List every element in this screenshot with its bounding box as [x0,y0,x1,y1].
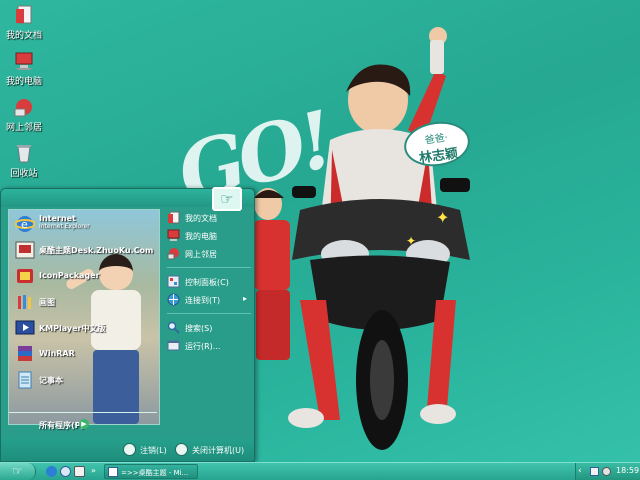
winrar-icon [18,346,32,361]
start-menu: ☞ e Internet Internet Explorer 桌酷主题Desk.… [0,187,255,462]
tray-expand-icon[interactable]: ‹ [578,466,582,476]
program-notepad[interactable]: 记事本 [13,368,159,392]
places-divider [167,267,251,268]
shutdown-icon [175,443,188,456]
logoff-button[interactable]: 注销(L) [123,443,173,457]
desktop-icon-label: 回收站 [10,169,38,179]
tool-label: 搜索(S) [185,324,213,333]
place-my-computer[interactable]: 我的电脑 [167,227,253,245]
iconpackager-icon [17,269,33,283]
tray-network-icon[interactable] [590,467,599,476]
start-menu-footer: 注销(L) 关闭计算机(U) [1,439,254,461]
taskbar-clock[interactable]: 18:59 [616,466,639,475]
place-label: 网上邻居 [185,250,217,259]
start-button[interactable]: ☞ [0,463,36,480]
logoff-label: 注销(L) [140,446,167,455]
place-my-documents[interactable]: 我的文档 [167,209,253,227]
notepad-icon [18,371,32,389]
program-title: WinRAR [39,349,75,358]
program-winrar[interactable]: WinRAR [13,342,159,366]
quick-launch-browser-icon[interactable] [60,466,71,477]
my-documents-icon [16,5,32,24]
desktop-icon-my-computer[interactable]: 我的电脑 [2,50,46,87]
all-programs-arrow-icon: ▶ [79,419,89,429]
control-panel-icon [167,275,180,288]
tool-run[interactable]: 运行(R)... [167,337,253,355]
paint-icon [18,295,31,309]
sparkle-icon: ✦ [436,208,450,227]
zhuoku-theme-icon [15,241,35,259]
program-subtitle: Internet Explorer [39,223,90,230]
program-iconpackager[interactable]: IconPackager [13,264,159,288]
connect-to-icon [167,293,180,306]
program-title: 桌酷主题Desk.ZhuoKu.Com [39,246,154,255]
desktop-icon-label: 网上邻居 [5,123,42,133]
system-tray: ‹ 18:59 [575,463,640,480]
kmplayer-icon [15,320,35,335]
my-documents-icon [168,211,180,224]
window-icon [108,467,118,477]
desktop-icon-my-documents[interactable]: 我的文档 [2,4,46,41]
program-title: Internet [39,214,76,223]
recycle-bin-icon [17,145,31,163]
network-places-icon [14,99,32,117]
settings-divider [167,313,251,314]
desktop-icon-label: 我的文档 [5,31,42,41]
sparkle-icon: ✦ [406,234,417,248]
setting-label: 控制面板(C) [185,278,229,287]
svg-text:e: e [21,218,28,231]
shutdown-label: 关闭计算机(U) [192,446,245,455]
quick-launch-desktop-icon[interactable] [74,466,85,477]
program-title: 画图 [39,298,55,307]
program-title: 记事本 [39,376,63,385]
taskbar: ☞ » =>>桌酷主题 - Mi... ‹ 18:59 [0,462,640,480]
place-label: 我的文档 [185,214,217,223]
internet-explorer-icon: e [15,216,35,232]
start-menu-divider [9,412,157,413]
place-label: 我的电脑 [185,232,217,241]
desktop-icon-network-places[interactable]: 网上邻居 [2,96,46,133]
quick-launch-more-icon[interactable]: » [91,466,96,475]
place-network-places[interactable]: 网上邻居 [167,245,253,263]
tray-volume-icon[interactable] [602,467,611,476]
program-internet-explorer[interactable]: e Internet Internet Explorer [13,212,159,236]
desktop-icon-label: 我的电脑 [5,77,42,87]
quick-launch-ie-icon[interactable] [46,466,57,477]
taskbar-window-label: =>>桌酷主题 - Mi... [121,469,189,477]
program-zhuoku-theme[interactable]: 桌酷主题Desk.ZhuoKu.Com [13,238,159,262]
network-places-icon [167,248,179,260]
my-computer-icon [167,229,180,241]
program-kmplayer[interactable]: KMPlayer中文版 [13,316,159,340]
start-menu-places-pane: 我的文档 我的电脑 网上邻居 控制面板(C) 连接到(T) ▸ 搜索(S) 运行… [163,207,253,427]
submenu-arrow-icon: ▸ [243,294,248,303]
program-title: IconPackager [39,271,100,280]
my-computer-icon [15,52,33,70]
start-menu-programs-pane: e Internet Internet Explorer 桌酷主题Desk.Zh… [8,209,160,425]
setting-control-panel[interactable]: 控制面板(C) [167,273,253,291]
setting-connect-to[interactable]: 连接到(T) ▸ [167,291,253,309]
setting-label: 连接到(T) [185,296,221,305]
all-programs-button[interactable]: 所有程序(P) [39,420,84,431]
program-paint[interactable]: 画图 [13,290,159,314]
run-icon [167,340,180,351]
taskbar-window-button[interactable]: =>>桌酷主题 - Mi... [104,464,198,479]
search-icon [167,321,180,334]
logoff-icon [123,443,136,456]
program-title: KMPlayer中文版 [39,324,106,333]
shutdown-button[interactable]: 关闭计算机(U) [175,443,253,457]
tool-label: 运行(R)... [185,342,221,351]
tool-search[interactable]: 搜索(S) [167,319,253,337]
desktop-icon-recycle-bin[interactable]: 回收站 [2,142,46,179]
